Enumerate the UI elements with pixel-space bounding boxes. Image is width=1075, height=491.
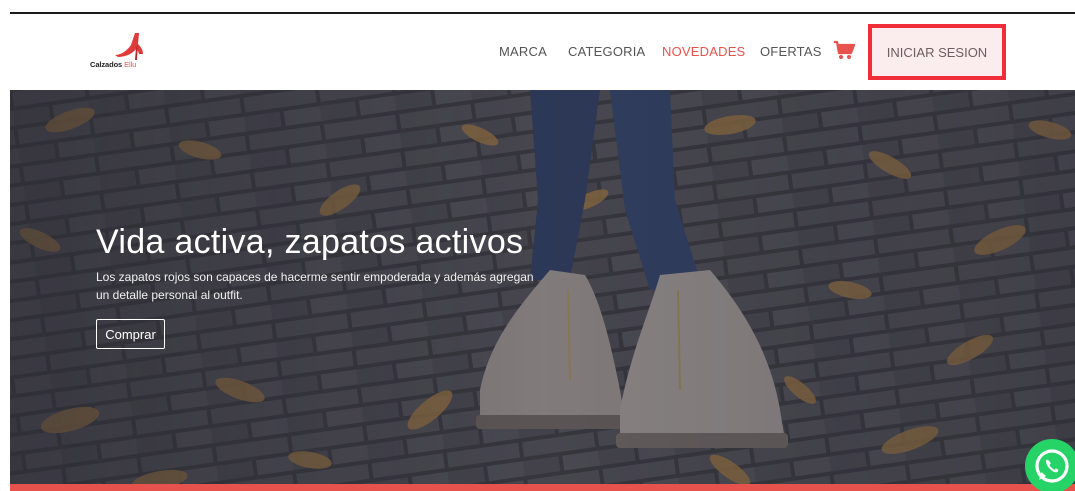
navbar: Calzados Ellu MARCA CATEGORIA NOVEDADES …: [10, 14, 1075, 90]
hero-title: Vida activa, zapatos activos: [96, 223, 524, 261]
hero-description: Los zapatos rojos son capaces de hacerme…: [96, 270, 534, 302]
brand-name-accent: Ellu: [124, 60, 137, 69]
brand-name: Calzados Ellu: [90, 60, 136, 69]
nav-item-novedades[interactable]: NOVEDADES: [662, 44, 745, 59]
accent-bar: [10, 484, 1075, 491]
nav-item-categoria[interactable]: CATEGORIA: [568, 44, 645, 59]
shopping-cart-icon[interactable]: [833, 40, 856, 60]
login-button[interactable]: INICIAR SESION: [868, 24, 1006, 80]
brand-name-main: Calzados: [90, 60, 123, 69]
nav-item-marca[interactable]: MARCA: [499, 44, 547, 59]
hero-banner: Vida activa, zapatos activos Los zapatos…: [10, 90, 1075, 484]
buy-button[interactable]: Comprar: [96, 319, 165, 349]
high-heel-shoe-icon: [115, 33, 143, 60]
nav-item-ofertas[interactable]: OFERTAS: [760, 44, 822, 59]
whatsapp-icon[interactable]: [1024, 438, 1075, 491]
brand-logo[interactable]: Calzados Ellu: [88, 30, 168, 72]
